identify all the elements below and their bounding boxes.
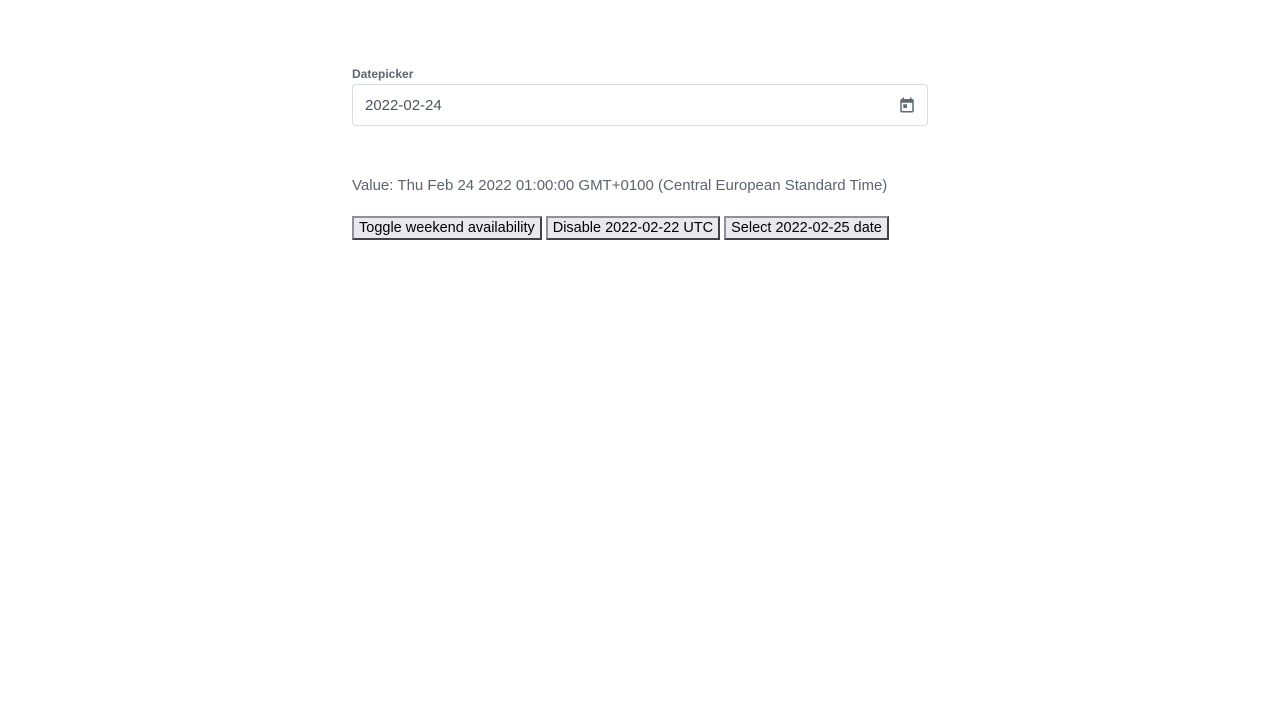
value-prefix: Value: — [352, 177, 394, 194]
calendar-icon-svg — [900, 97, 914, 113]
toggle-weekend-button[interactable]: Toggle weekend availability — [352, 216, 542, 240]
select-date-button[interactable]: Select 2022-02-25 date — [724, 216, 889, 240]
date-input[interactable] — [353, 85, 883, 125]
datepicker-demo: Datepicker Value:Thu Feb 24 2022 01:00:0… — [352, 66, 928, 240]
button-row: Toggle weekend availability Disable 2022… — [352, 216, 928, 240]
page: Datepicker Value:Thu Feb 24 2022 01:00:0… — [0, 0, 1280, 720]
calendar-icon[interactable] — [898, 96, 916, 114]
datepicker-label: Datepicker — [352, 67, 414, 81]
value-date-text: Thu Feb 24 2022 01:00:00 GMT+0100 (Centr… — [397, 177, 888, 194]
disable-date-button[interactable]: Disable 2022-02-22 UTC — [545, 216, 721, 240]
selected-value-text: Value: Thu Feb 24 2022 01:00:00 GMT+0100 … — [352, 176, 928, 196]
datepicker-field — [352, 84, 928, 126]
